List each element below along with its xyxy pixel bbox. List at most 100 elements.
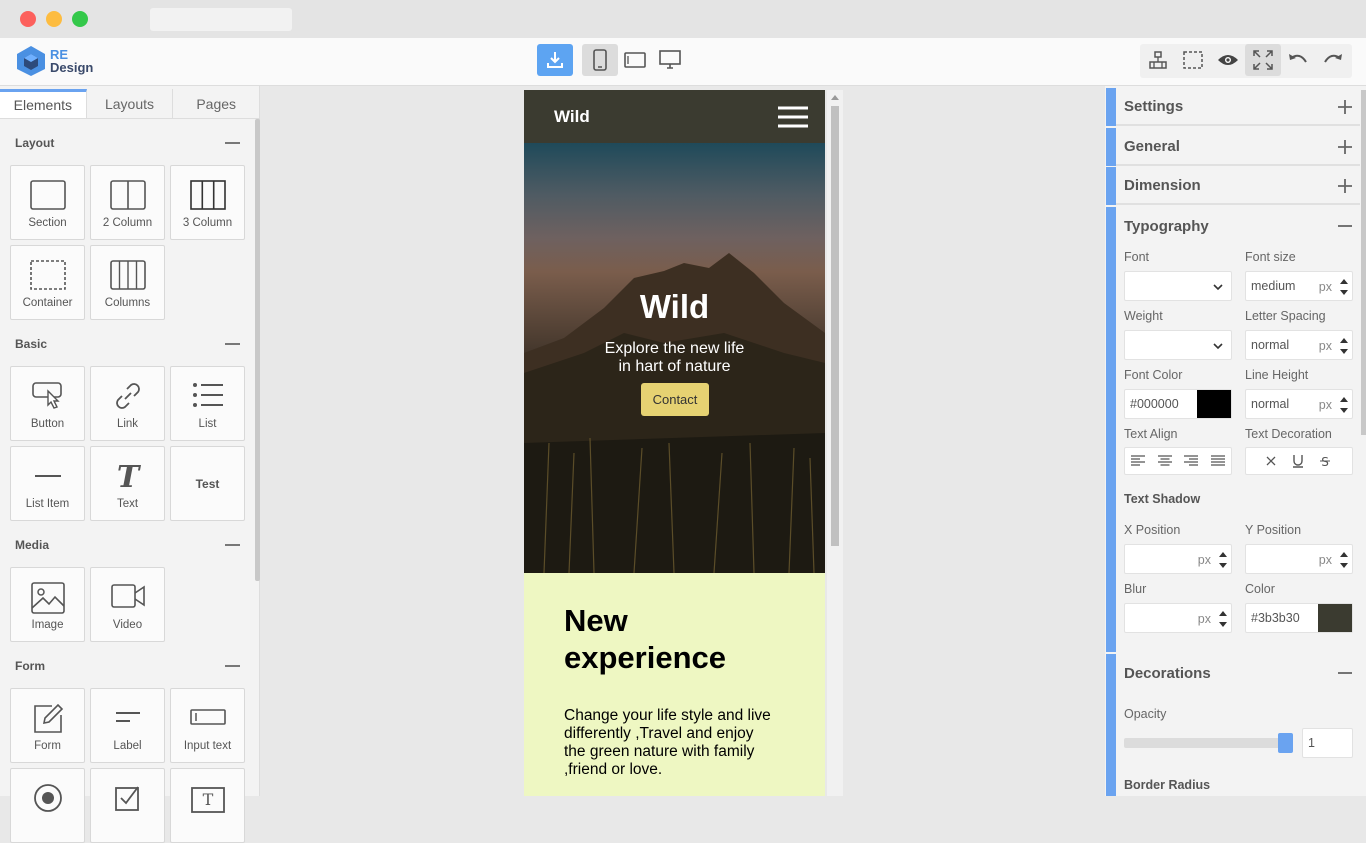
element-3-column[interactable]: 3 Column xyxy=(170,165,245,240)
font-select[interactable] xyxy=(1124,271,1232,301)
stepper-arrows-icon[interactable] xyxy=(1219,549,1227,571)
font-size-input[interactable]: medium px xyxy=(1245,271,1353,301)
scroll-up-arrow-icon[interactable] xyxy=(831,94,839,100)
site-navbar[interactable]: Wild xyxy=(524,90,825,143)
unit-label: px xyxy=(1318,553,1332,567)
download-button[interactable] xyxy=(537,44,573,76)
hero-section[interactable]: Wild Explore the new life in hart of nat… xyxy=(524,143,825,573)
decorations-section[interactable]: Decorations xyxy=(1106,654,1360,796)
letter-spacing-input[interactable]: normal px xyxy=(1245,330,1353,360)
element-test[interactable]: Test xyxy=(170,446,245,521)
contact-button[interactable]: Contact xyxy=(641,383,709,416)
collapse-media-icon[interactable] xyxy=(225,544,240,546)
element-text[interactable]: T Text xyxy=(90,446,165,521)
decorations-header[interactable]: Decorations xyxy=(1116,654,1360,692)
font-color-swatch[interactable] xyxy=(1197,390,1231,418)
tablet-view-button[interactable] xyxy=(617,44,653,76)
element-container[interactable]: Container xyxy=(10,245,85,320)
select-outline-button[interactable] xyxy=(1175,44,1211,76)
element-columns[interactable]: Columns xyxy=(90,245,165,320)
weight-select[interactable] xyxy=(1124,330,1232,360)
general-header[interactable]: General xyxy=(1116,128,1360,166)
element-image[interactable]: Image xyxy=(10,567,85,642)
close-window-button[interactable] xyxy=(20,11,36,27)
opacity-slider-thumb[interactable] xyxy=(1278,733,1293,753)
settings-header[interactable]: Settings xyxy=(1116,88,1360,126)
settings-section[interactable]: Settings xyxy=(1106,88,1360,126)
expand-plus-icon[interactable] xyxy=(1338,100,1352,114)
desktop-view-button[interactable] xyxy=(652,44,688,76)
hamburger-menu-icon[interactable] xyxy=(778,105,808,129)
stepper-arrows-icon[interactable] xyxy=(1340,335,1348,357)
general-section[interactable]: General xyxy=(1106,128,1360,166)
expand-plus-icon[interactable] xyxy=(1338,179,1352,193)
redo-icon xyxy=(1324,54,1342,63)
preview-scroll-thumb[interactable] xyxy=(831,106,839,546)
underline-icon[interactable] xyxy=(1292,454,1304,468)
mobile-view-button[interactable] xyxy=(582,44,618,76)
collapse-minus-icon[interactable] xyxy=(1338,666,1352,680)
cube-logo-icon xyxy=(17,46,45,76)
stepper-arrows-icon[interactable] xyxy=(1340,394,1348,416)
align-right-icon[interactable] xyxy=(1184,455,1199,467)
stepper-arrows-icon[interactable] xyxy=(1219,608,1227,630)
element-textarea[interactable]: T xyxy=(170,768,245,843)
element-section[interactable]: Section xyxy=(10,165,85,240)
align-justify-icon[interactable] xyxy=(1210,455,1225,467)
stepper-arrows-icon[interactable] xyxy=(1340,549,1348,571)
no-decoration-icon[interactable] xyxy=(1266,456,1276,466)
radio-icon xyxy=(33,784,62,812)
shadow-color-input[interactable]: #3b3b30 xyxy=(1245,603,1353,633)
shadow-blur-input[interactable]: px xyxy=(1124,603,1232,633)
undo-button[interactable] xyxy=(1280,44,1316,76)
shadow-x-input[interactable]: px xyxy=(1124,544,1232,574)
element-input-text[interactable]: Input text xyxy=(170,688,245,763)
element-list-item[interactable]: List Item xyxy=(10,446,85,521)
address-bar[interactable] xyxy=(150,8,292,31)
expand-plus-icon[interactable] xyxy=(1338,140,1352,154)
line-height-value: normal xyxy=(1251,397,1290,411)
mobile-preview[interactable]: Wild Wild Explore the new life in hart o… xyxy=(524,90,825,796)
line-height-input[interactable]: normal px xyxy=(1245,389,1353,419)
sitemap-button[interactable] xyxy=(1140,44,1176,76)
element-2-column[interactable]: 2 Column xyxy=(90,165,165,240)
tab-pages[interactable]: Pages xyxy=(173,89,260,118)
element-label-tile[interactable]: Label xyxy=(90,688,165,763)
stepper-arrows-icon[interactable] xyxy=(1340,276,1348,298)
strikethrough-icon[interactable]: S xyxy=(1320,454,1330,468)
align-center-icon[interactable] xyxy=(1157,455,1172,467)
element-link[interactable]: Link xyxy=(90,366,165,441)
element-checkbox[interactable] xyxy=(90,768,165,843)
collapse-basic-icon[interactable] xyxy=(225,343,240,345)
fullscreen-button[interactable] xyxy=(1245,44,1281,76)
site-brand[interactable]: Wild xyxy=(554,107,590,127)
element-video[interactable]: Video xyxy=(90,567,165,642)
maximize-window-button[interactable] xyxy=(72,11,88,27)
text-decoration-group: S xyxy=(1245,447,1353,475)
preview-scrollbar[interactable] xyxy=(827,90,843,796)
element-button[interactable]: Button xyxy=(10,366,85,441)
opacity-slider-track[interactable] xyxy=(1124,738,1292,748)
dimension-header[interactable]: Dimension xyxy=(1116,167,1360,205)
right-panel-scrollbar[interactable] xyxy=(1361,90,1366,435)
align-left-icon[interactable] xyxy=(1131,455,1146,467)
minimize-window-button[interactable] xyxy=(46,11,62,27)
typography-header[interactable]: Typography xyxy=(1116,207,1360,245)
element-form[interactable]: Form xyxy=(10,688,85,763)
three-column-icon xyxy=(189,180,226,210)
collapse-minus-icon[interactable] xyxy=(1338,219,1352,233)
shadow-y-input[interactable]: px xyxy=(1245,544,1353,574)
tab-elements[interactable]: Elements xyxy=(0,89,87,118)
collapse-form-icon[interactable] xyxy=(225,665,240,667)
shadow-color-swatch[interactable] xyxy=(1318,604,1352,632)
dimension-section[interactable]: Dimension xyxy=(1106,167,1360,205)
preview-button[interactable] xyxy=(1210,44,1246,76)
form-edit-icon xyxy=(33,703,63,733)
tab-layouts[interactable]: Layouts xyxy=(86,89,174,118)
opacity-input[interactable]: 1 xyxy=(1302,728,1353,758)
element-list[interactable]: List xyxy=(170,366,245,441)
element-radio[interactable] xyxy=(10,768,85,843)
collapse-layout-icon[interactable] xyxy=(225,142,240,144)
redo-button[interactable] xyxy=(1315,44,1351,76)
font-color-input[interactable]: #000000 xyxy=(1124,389,1232,419)
